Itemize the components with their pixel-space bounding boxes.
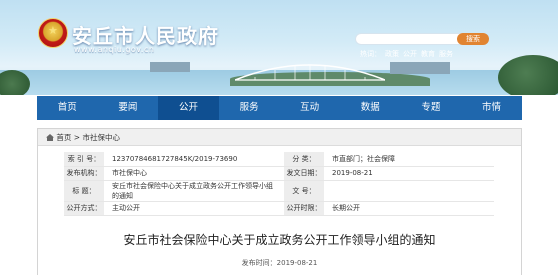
nav-item-data[interactable]: 数据 — [340, 96, 401, 120]
breadcrumb: 首页 > 市社保中心 — [38, 129, 521, 146]
hot-word-link[interactable]: 服务 — [439, 50, 453, 58]
table-row: 索 引 号： 12370784681727845K/2019-73690 分 类… — [64, 152, 494, 167]
banner-tree — [0, 70, 30, 95]
nav-item-city-info[interactable]: 市情 — [461, 96, 522, 120]
site-url: www.anqiu.gov.cn — [74, 45, 155, 54]
table-row: 发布机构： 市社保中心 发文日期： 2019-08-21 — [64, 166, 494, 181]
breadcrumb-home-link[interactable]: 首页 — [56, 133, 71, 142]
search-button[interactable]: 搜索 — [457, 33, 489, 45]
hot-words-label: 热词： — [360, 50, 381, 58]
table-row: 公开方式： 主动公开 公开时限： 长期公开 — [64, 201, 494, 216]
index-label: 索 引 号： — [64, 152, 104, 167]
docno-value — [324, 180, 494, 202]
bridge-illustration — [235, 64, 385, 81]
main-nav: 首页 要闻 公开 服务 互动 数据 专题 市情 — [37, 96, 522, 120]
content-panel: 首页 > 市社保中心 索 引 号： 12370784681727845K/201… — [37, 128, 522, 275]
category-value: 市直部门；社会保障 — [324, 152, 494, 167]
period-value: 长期公开 — [324, 201, 494, 216]
method-label: 公开方式： — [64, 201, 104, 216]
date-label: 发文日期： — [284, 166, 324, 181]
date-value: 2019-08-21 — [324, 166, 494, 181]
nav-item-news[interactable]: 要闻 — [98, 96, 159, 120]
nav-item-interaction[interactable]: 互动 — [279, 96, 340, 120]
banner-city — [390, 62, 450, 74]
nav-item-disclosure[interactable]: 公开 — [158, 96, 219, 120]
hot-word-link[interactable]: 教育 — [421, 50, 435, 58]
national-emblem-icon — [38, 18, 68, 48]
title-label: 标 题： — [64, 180, 104, 202]
period-label: 公开时限： — [284, 201, 324, 216]
publish-date-value: 2019-08-21 — [276, 259, 318, 267]
index-value: 12370784681727845K/2019-73690 — [104, 152, 274, 167]
publish-label: 发布时间： — [241, 259, 277, 267]
title-value: 安丘市社会保险中心关于成立政务公开工作领导小组的通知 — [104, 180, 274, 202]
banner-tree — [498, 55, 558, 95]
hot-words: 热词： 政策 公开 教育 服务 — [360, 49, 457, 59]
banner-city — [150, 62, 190, 72]
docno-label: 文 号： — [284, 180, 324, 202]
article-title: 安丘市社会保险中心关于成立政务公开工作领导小组的通知 — [123, 233, 436, 247]
nav-item-services[interactable]: 服务 — [219, 96, 280, 120]
hot-word-link[interactable]: 公开 — [403, 50, 417, 58]
breadcrumb-separator: > — [73, 133, 81, 142]
home-icon — [46, 134, 54, 141]
hot-word-link[interactable]: 政策 — [385, 50, 399, 58]
issuer-value: 市社保中心 — [104, 166, 274, 181]
issuer-label: 发布机构： — [64, 166, 104, 181]
table-row: 标 题： 安丘市社会保险中心关于成立政务公开工作领导小组的通知 文 号： — [64, 180, 494, 202]
nav-item-home[interactable]: 首页 — [37, 96, 98, 120]
nav-item-topics[interactable]: 专题 — [401, 96, 462, 120]
breadcrumb-current[interactable]: 市社保中心 — [82, 133, 120, 142]
method-value: 主动公开 — [104, 201, 274, 216]
publish-date: 发布时间：2019-08-21 — [38, 258, 521, 268]
category-label: 分 类： — [284, 152, 324, 167]
document-meta-table: 索 引 号： 12370784681727845K/2019-73690 分 类… — [64, 152, 494, 216]
